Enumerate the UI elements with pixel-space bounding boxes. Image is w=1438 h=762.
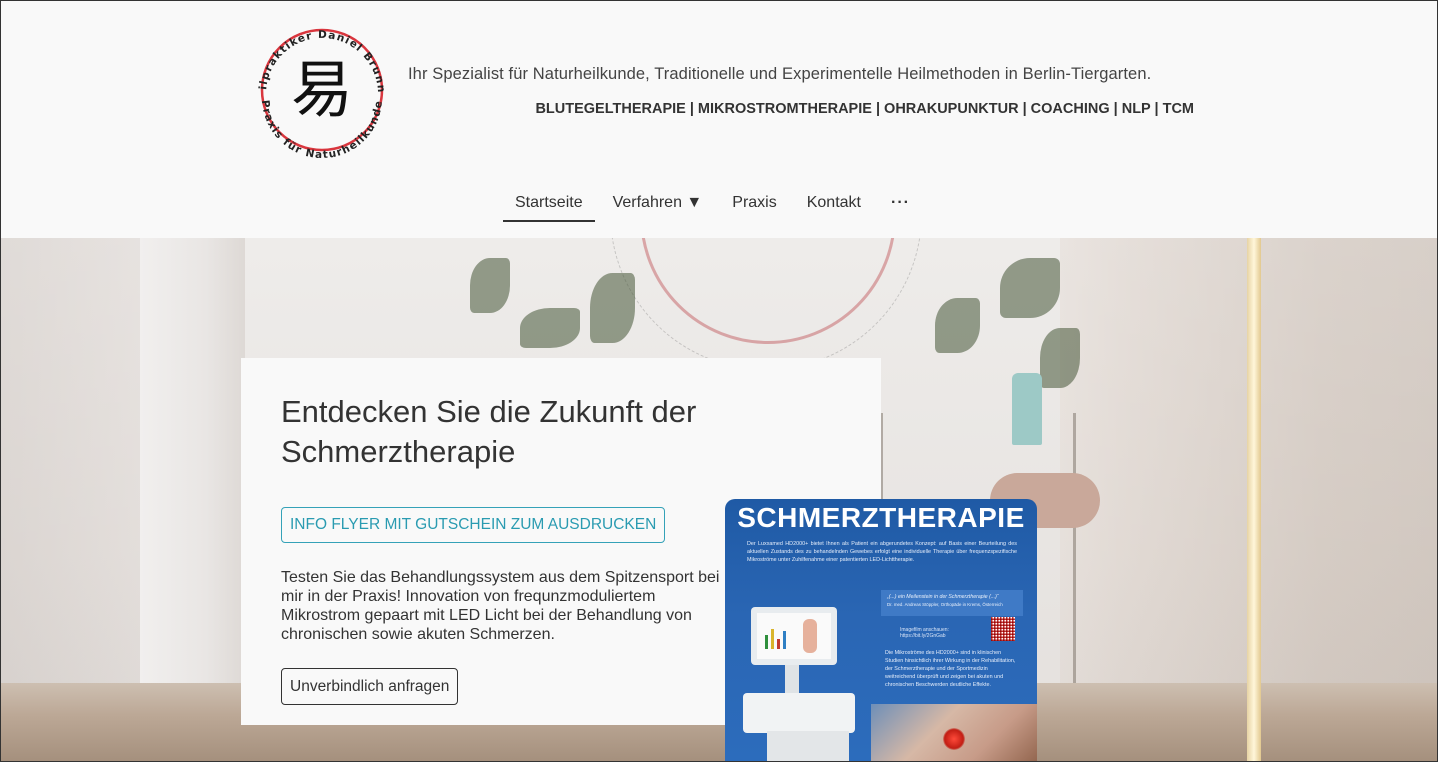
nav-item-kontakt[interactable]: Kontakt bbox=[795, 186, 873, 222]
nav-item-startseite[interactable]: Startseite bbox=[503, 186, 595, 222]
practice-logo[interactable]: Heilpraktiker Daniel Brunner Praxis für … bbox=[246, 14, 398, 166]
nav-item-praxis[interactable]: Praxis bbox=[720, 186, 788, 222]
hero-bg-plant bbox=[1000, 258, 1060, 318]
hero-bg-plant bbox=[590, 273, 635, 343]
nav-more-icon[interactable]: ··· bbox=[879, 186, 922, 222]
nav-item-verfahren-dropdown[interactable]: Verfahren ▼ bbox=[601, 186, 715, 222]
site-header: Heilpraktiker Daniel Brunner Praxis für … bbox=[0, 0, 1438, 238]
flyer-quote-text: „(...) ein Meilenstein in der Schmerzthe… bbox=[887, 594, 999, 600]
flyer-link: Imagefilm anschauen: https://bit.ly/2GnG… bbox=[900, 627, 988, 639]
services-list: BLUTEGELTHERAPIE | MIKROSTROMTHERAPIE | … bbox=[535, 101, 1194, 117]
device-screen bbox=[757, 613, 831, 659]
hero-bg-window bbox=[140, 238, 250, 708]
hero-bg-bottle bbox=[1012, 373, 1042, 445]
request-button[interactable]: Unverbindlich anfragen bbox=[281, 668, 459, 705]
hero-bg-plant bbox=[520, 308, 580, 348]
hero-description: Testen Sie das Behandlungssystem aus dem… bbox=[281, 569, 720, 643]
hero-bg-plant bbox=[470, 258, 510, 313]
hero-bg-lamp bbox=[1247, 238, 1261, 762]
flyer-device-image bbox=[743, 607, 875, 762]
device-stand bbox=[785, 665, 799, 695]
flyer-download-button[interactable]: INFO FLYER MIT GUTSCHEIN ZUM AUSDRUCKEN bbox=[281, 507, 666, 543]
flyer-treatment-photo bbox=[871, 704, 1037, 762]
site-tagline: Ihr Spezialist für Naturheilkunde, Tradi… bbox=[408, 65, 1152, 83]
logo-glyph: 易 bbox=[291, 53, 353, 126]
device-base bbox=[743, 693, 855, 733]
flyer-quote: „(...) ein Meilenstein in der Schmerzthe… bbox=[881, 590, 1023, 616]
flyer-body-text: Die Mikroströme des HD2000+ sind in klin… bbox=[885, 650, 1016, 688]
device-base-lower bbox=[767, 731, 849, 762]
schmerztherapie-flyer-image[interactable]: SCHMERZTHERAPIE Der Luxxamed HD2000+ bie… bbox=[725, 499, 1037, 762]
hero-bg-plant bbox=[935, 298, 980, 353]
flyer-title: SCHMERZTHERAPIE bbox=[737, 502, 1025, 533]
hero-headline: Entdecken Sie die Zukunft der Schmerzthe… bbox=[281, 394, 697, 469]
flyer-quote-author: Dr. med. Andreas Stöppler, Orthopäde in … bbox=[887, 602, 1003, 607]
hero-bg-plant bbox=[1040, 328, 1080, 388]
main-navigation: Startseite Verfahren ▼ Praxis Kontakt ··… bbox=[503, 186, 928, 226]
qr-code-icon bbox=[991, 617, 1015, 641]
flyer-link-url: https://bit.ly/2GnGab bbox=[900, 633, 946, 639]
flyer-intro-text: Der Luxxamed HD2000+ bietet Ihnen als Pa… bbox=[747, 541, 1017, 563]
led-light-icon bbox=[943, 728, 965, 750]
